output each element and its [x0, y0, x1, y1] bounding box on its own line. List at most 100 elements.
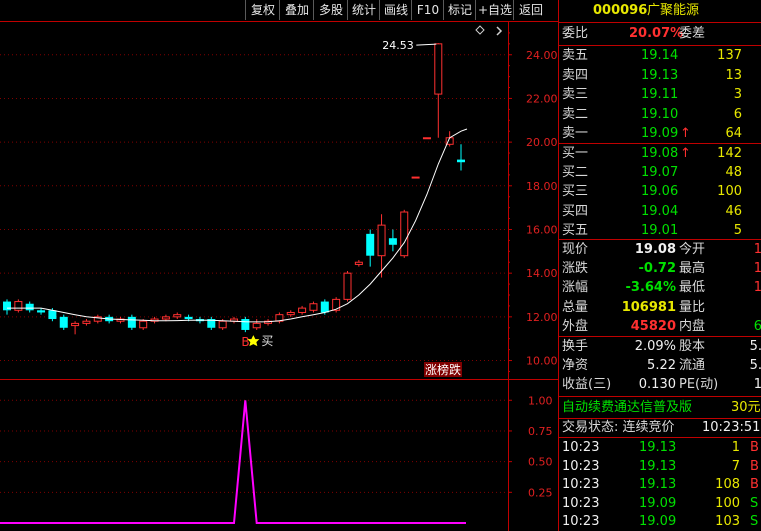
tick-time: 10:23 — [562, 514, 600, 530]
candle — [161, 314, 170, 322]
candle-body — [218, 320, 227, 329]
tick-row-0: 10:23 19.13 1 B — [559, 439, 761, 457]
stat-label-2: 股本 — [679, 339, 706, 354]
candle-body — [252, 322, 261, 329]
bid-volume: 5 — [733, 222, 742, 238]
candle — [366, 229, 375, 267]
stat-label: 净资 — [562, 358, 589, 374]
stock-header: 000096 广聚能源 — [559, 2, 761, 20]
bid-label: 买二 — [562, 165, 589, 181]
bid-row-2: 买二 19.07 48 — [559, 164, 761, 182]
tick-time: 10:23 — [562, 458, 600, 474]
tick-price: 19.13 — [639, 458, 677, 474]
stat-value-2: 5. — [749, 358, 761, 374]
tick-side: B — [750, 458, 759, 474]
stat-value-2: 5. — [749, 339, 761, 354]
quote-value: -0.72 — [638, 261, 676, 277]
candle-body — [14, 301, 23, 311]
candlesticks — [3, 43, 465, 335]
candle — [411, 176, 420, 179]
candle-body — [161, 316, 170, 320]
promo-text: 自动续费通达信普及版 — [562, 400, 693, 415]
stock-name: 广聚能源 — [647, 3, 700, 18]
stats-row-1: 净资 5.22 流通 5. — [559, 357, 761, 375]
candle-body — [343, 272, 352, 300]
candle — [343, 270, 352, 302]
quote-panel: 000096 广聚能源 委比 20.07% 委差 卖五 19.14 137 卖四 19.… — [558, 0, 761, 531]
stats-row-2: 收益(三) 0.130 PE(动) 1 — [559, 376, 761, 394]
ratio-value: 20.07% — [629, 26, 684, 41]
kline-chart[interactable]: 24.00 22.00 20.00 18.00 16.00 14.00 12.00 10.00… — [0, 0, 558, 531]
high-price-label: 24.53 — [382, 39, 414, 52]
stat-label-2: PE(动) — [679, 377, 719, 393]
bid-price: 19.04 — [641, 203, 679, 219]
tick-time: 10:23 — [562, 495, 600, 511]
quote-value: -3.64% — [625, 280, 677, 296]
quote-value-2: 6 — [753, 318, 761, 334]
tick-row-2: 10:23 19.13 108 B — [559, 476, 761, 494]
ratio-diff-label: 委差 — [679, 26, 706, 41]
chart-grid — [0, 21, 558, 531]
ask-price: 19.14 — [641, 48, 679, 63]
ask-row-4: 卖四 19.13 13 — [559, 67, 761, 85]
indicator-tick-label: 0.75 — [528, 425, 553, 438]
tick-price: 19.09 — [639, 495, 677, 511]
ask-label: 卖五 — [562, 48, 589, 63]
trade-status-row: 交易状态: 连续竞价 10:23:51 — [559, 419, 761, 437]
price-tick-label: 12.00 — [526, 311, 558, 324]
stat-value: 0.130 — [638, 377, 676, 393]
price-tick-label: 16.00 — [526, 223, 558, 236]
indicator-tick-label: 1.00 — [528, 394, 553, 407]
price-tick-label: 24.00 — [526, 49, 558, 62]
quote-value-2: 1 — [753, 280, 761, 296]
quote-value-2: 1 — [753, 242, 761, 257]
ask-row-5: 卖五 19.14 137 — [559, 47, 761, 65]
tick-row-4: 10:23 19.09 103 S — [559, 513, 761, 531]
candle — [286, 310, 295, 317]
candle — [71, 321, 80, 335]
candle-body — [173, 314, 182, 318]
tick-price: 19.13 — [639, 477, 677, 493]
candle — [388, 229, 397, 252]
tick-side: S — [750, 514, 759, 530]
tick-row-3: 10:23 19.09 100 S — [559, 495, 761, 513]
candle-body — [354, 261, 363, 265]
stat-label: 换手 — [562, 339, 589, 354]
candle — [309, 301, 318, 313]
quote-row-1: 涨跌 -0.72 最高 1 — [559, 260, 761, 278]
ask-arrow-icon: ↑ — [680, 126, 691, 141]
candle — [116, 316, 125, 324]
ask-price: 19.13 — [641, 67, 679, 83]
bid-price: 19.08 — [641, 146, 679, 161]
indicator-tick-label: 0.50 — [528, 456, 553, 469]
candle-body — [400, 211, 409, 257]
quote-row-0: 现价 19.08 今开 1 — [559, 241, 761, 259]
candle — [230, 316, 238, 324]
quote-label: 涨幅 — [562, 280, 589, 296]
tick-price: 19.09 — [639, 514, 677, 530]
candle — [25, 301, 34, 313]
chevron-right-icon — [496, 26, 503, 36]
candle-body — [286, 311, 295, 316]
bid-volume: 48 — [725, 165, 742, 181]
price-tick-label: 22.00 — [526, 92, 558, 105]
ask-price: 19.10 — [641, 106, 679, 122]
tick-volume: 100 — [715, 495, 740, 511]
tick-row-1: 10:23 19.13 7 B — [559, 458, 761, 476]
candle — [298, 305, 307, 315]
bid-label: 买五 — [562, 222, 589, 238]
ask-volume: 64 — [725, 126, 742, 141]
bid-volume: 142 — [717, 146, 742, 161]
ask-label: 卖一 — [562, 126, 589, 141]
promo-banner[interactable]: 自动续费通达信普及版 30元 — [559, 399, 761, 417]
stat-label: 收益(三) — [562, 377, 612, 393]
candle-body — [37, 310, 46, 313]
stat-value: 2.09% — [634, 339, 676, 354]
quote-label-2: 量比 — [679, 299, 706, 315]
buy-text: 买 — [261, 334, 273, 348]
limit-badge: 涨榜跌 — [425, 362, 461, 377]
candle-body — [25, 303, 34, 311]
candle-body — [422, 137, 431, 140]
bid-volume: 100 — [717, 184, 742, 200]
candle — [82, 319, 91, 326]
